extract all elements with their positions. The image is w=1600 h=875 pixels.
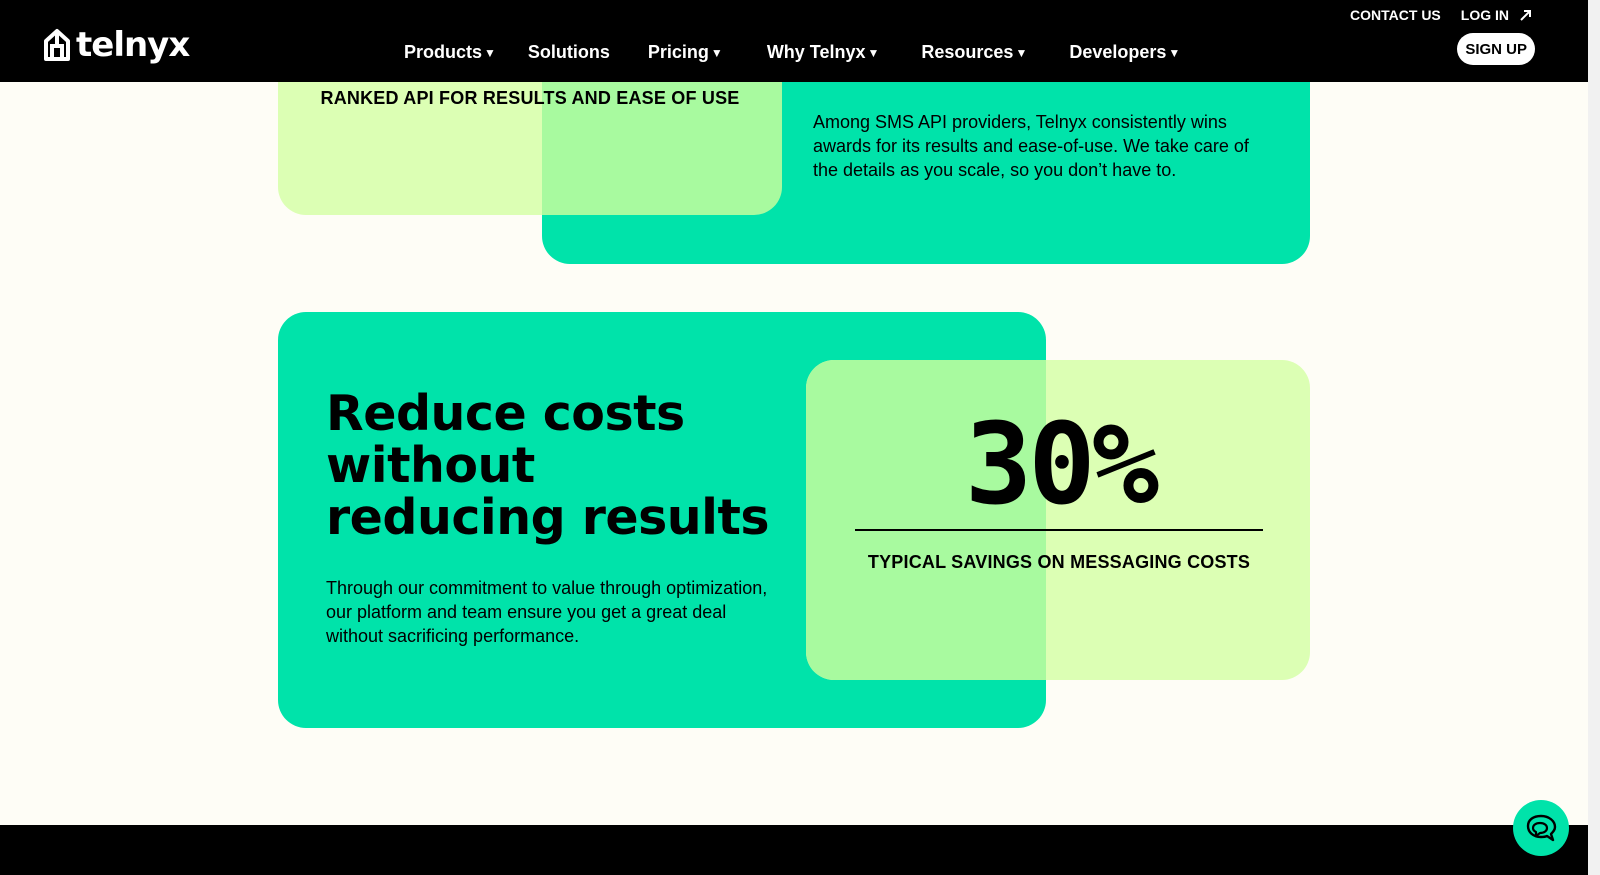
scrollbar[interactable] — [1588, 0, 1600, 875]
chat-bubbles-icon — [1526, 814, 1557, 842]
contact-us-link[interactable]: CONTACT US — [1350, 7, 1441, 23]
nav-resources[interactable]: Resources ▼ — [921, 42, 1027, 63]
ranked-label: RANKED API FOR RESULTS AND EASE OF USE — [320, 88, 740, 108]
chevron-down-icon: ▼ — [1015, 45, 1028, 60]
logo-wordmark: telnyx — [76, 25, 190, 65]
main-nav: Products ▼ Solutions Pricing ▼ Why Telnyx ▼… — [404, 42, 1180, 63]
nav-pricing[interactable]: Pricing ▼ — [648, 42, 723, 63]
nav-solutions[interactable]: Solutions — [528, 42, 610, 63]
nav-developers[interactable]: Developers ▼ — [1069, 42, 1180, 63]
footer — [0, 825, 1588, 875]
stat-divider — [855, 529, 1263, 531]
telnyx-logo-icon — [44, 29, 70, 61]
nav-products[interactable]: Products ▼ — [404, 42, 496, 63]
chat-button[interactable] — [1513, 800, 1569, 856]
arrow-up-right-icon — [1520, 10, 1531, 21]
nav-label: Developers — [1069, 42, 1167, 62]
chevron-down-icon: ▼ — [484, 45, 496, 60]
telnyx-logo[interactable]: telnyx — [40, 25, 190, 65]
chevron-down-icon: ▼ — [1168, 45, 1181, 60]
chevron-down-icon: ▼ — [867, 45, 880, 60]
sign-up-button[interactable]: SIGN UP — [1457, 33, 1535, 65]
nav-label: Why Telnyx — [766, 42, 866, 62]
nav-why-telnyx[interactable]: Why Telnyx ▼ — [767, 42, 880, 63]
log-in-label: LOG IN — [1460, 7, 1509, 23]
savings-description: Through our commitment to value through … — [326, 578, 768, 646]
log-in-link[interactable]: LOG IN — [1461, 7, 1533, 23]
nav-label: Products — [404, 42, 483, 62]
nav-label: Pricing — [647, 42, 709, 62]
savings-heading: Reduce costs without reducing results — [326, 385, 770, 546]
stat-value: 30% — [964, 400, 1159, 530]
chevron-down-icon: ▼ — [710, 45, 723, 60]
utility-links: CONTACT US LOG IN — [1350, 7, 1533, 23]
awards-description: Among SMS API providers, Telnyx consiste… — [813, 112, 1249, 180]
stat-label: TYPICAL SAVINGS ON MESSAGING COSTS — [867, 552, 1251, 572]
nav-label: Resources — [921, 42, 1014, 62]
site-header: telnyx Products ▼ Solutions Pricing ▼ Why … — [0, 0, 1588, 82]
nav-label: Solutions — [527, 42, 610, 62]
